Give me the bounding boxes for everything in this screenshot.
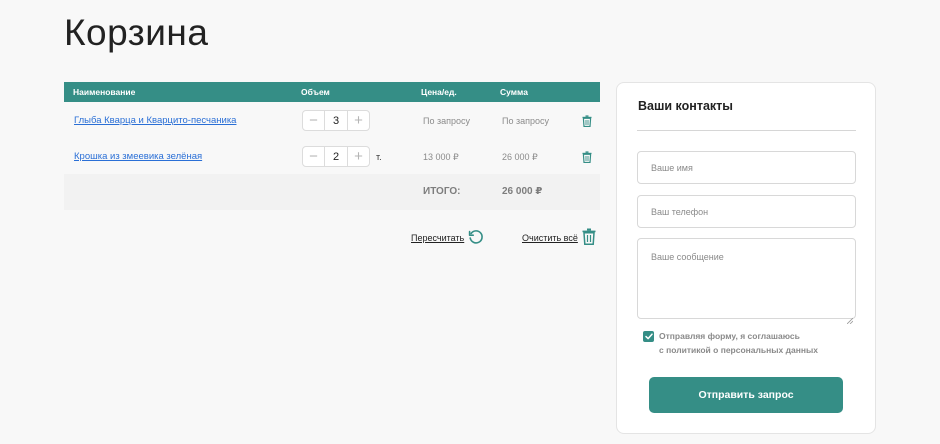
resize-grip-icon[interactable] [846, 311, 854, 329]
cart-row: Глыба Кварца и Кварцито-песчаника − 3 + … [64, 102, 600, 138]
clear-all-button[interactable]: Очистить всё [522, 228, 596, 247]
quantity-stepper: − 2 + [302, 146, 370, 167]
consent-text: Отправляя форму, я соглашаюсь с политико… [659, 329, 818, 357]
quantity-stepper: − 3 + [302, 110, 370, 131]
divider [637, 130, 856, 131]
consent-line: с политикой о персональных данных [659, 345, 819, 355]
consent-checkbox[interactable] [643, 331, 654, 342]
submit-button[interactable]: Отправить запрос [649, 377, 843, 413]
recalculate-button[interactable]: Пересчитать [411, 229, 484, 247]
decrement-button[interactable]: − [303, 111, 324, 130]
cart-table: Наименование Объем Цена/ед. Сумма Глыба … [64, 82, 600, 210]
refresh-icon [468, 229, 484, 247]
delete-item-icon[interactable] [582, 150, 592, 168]
message-field[interactable] [637, 238, 856, 319]
increment-button[interactable]: + [348, 111, 369, 130]
quantity-input[interactable]: 2 [324, 147, 348, 166]
product-link[interactable]: Крошка из змеевика зелёная [74, 151, 202, 162]
cart-row: Крошка из змеевика зелёная − 2 + т. 13 0… [64, 138, 600, 174]
unit-label: т. [376, 152, 382, 162]
consent-line: Отправляя форму, я соглашаюсь [659, 331, 800, 341]
trash-icon [582, 228, 596, 247]
line-sum: 26 000 ₽ [502, 152, 538, 162]
product-link[interactable]: Глыба Кварца и Кварцито-песчаника [74, 115, 236, 126]
recalculate-label: Пересчитать [411, 233, 465, 243]
check-icon [644, 333, 653, 340]
total-value: 26 000 ₽ [502, 186, 543, 197]
name-field[interactable] [637, 151, 856, 184]
contacts-title: Ваши контакты [638, 99, 733, 113]
column-header-volume: Объем [301, 87, 330, 97]
cart-total-row: ИТОГО: 26 000 ₽ [64, 174, 600, 210]
unit-price: По запросу [423, 116, 470, 126]
consent-row: Отправляя форму, я соглашаюсь с политико… [643, 329, 818, 357]
cart-table-header: Наименование Объем Цена/ед. Сумма [64, 82, 600, 102]
decrement-button[interactable]: − [303, 147, 324, 166]
increment-button[interactable]: + [348, 147, 369, 166]
delete-item-icon[interactable] [582, 114, 592, 132]
contacts-panel: Ваши контакты Отправляя форму, я соглаша… [616, 82, 876, 434]
line-sum: По запросу [502, 116, 549, 126]
quantity-input[interactable]: 3 [324, 111, 348, 130]
column-header-sum: Сумма [500, 87, 528, 97]
clear-all-label: Очистить всё [522, 232, 578, 243]
column-header-price: Цена/ед. [421, 87, 457, 97]
page-title: Корзина [64, 12, 209, 53]
column-header-name: Наименование [73, 87, 136, 97]
unit-price: 13 000 ₽ [423, 152, 459, 162]
total-label: ИТОГО: [423, 186, 461, 197]
phone-field[interactable] [637, 195, 856, 228]
